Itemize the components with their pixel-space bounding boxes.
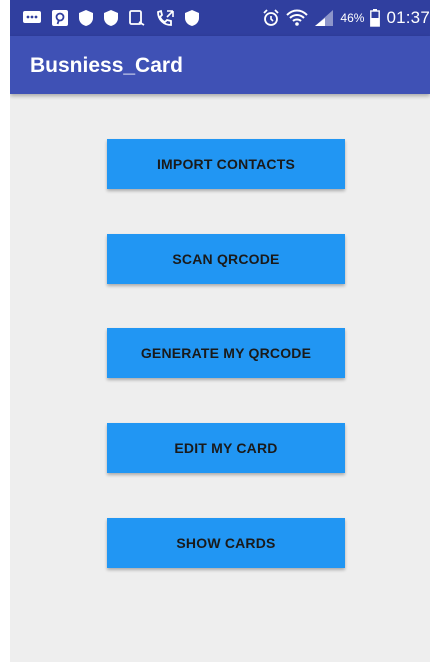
- alarm-icon: [262, 9, 280, 27]
- shield-icon: [78, 9, 94, 27]
- system-status: 46% 01:37: [262, 7, 430, 29]
- shield-icon: [184, 9, 200, 27]
- call-icon: [155, 9, 175, 27]
- scan-qrcode-button[interactable]: SCAN QRCODE: [107, 234, 345, 284]
- import-contacts-button[interactable]: IMPORT CONTACTS: [107, 139, 345, 189]
- app-title: Busniess_Card: [30, 54, 183, 77]
- chat-bubble-icon: [22, 9, 42, 27]
- generate-qrcode-button[interactable]: GENERATE MY QRCODE: [107, 328, 345, 378]
- pinterest-icon: [51, 9, 69, 27]
- app-screen: 46% 01:37 Busniess_Card IMPORT CONTACTS …: [10, 0, 430, 662]
- battery-icon: [370, 9, 381, 27]
- wifi-icon: [286, 9, 309, 27]
- battery-percent: 46%: [340, 11, 365, 25]
- phone-forward-icon: [128, 9, 146, 27]
- edit-card-button[interactable]: EDIT MY CARD: [107, 423, 345, 473]
- signal-icon: [314, 9, 334, 27]
- show-cards-button[interactable]: SHOW CARDS: [107, 518, 345, 568]
- notification-icons: [22, 8, 200, 28]
- status-bar: 46% 01:37: [10, 0, 430, 36]
- app-bar: Busniess_Card: [10, 36, 430, 94]
- shield-icon: [103, 9, 119, 27]
- clock: 01:37: [386, 8, 430, 27]
